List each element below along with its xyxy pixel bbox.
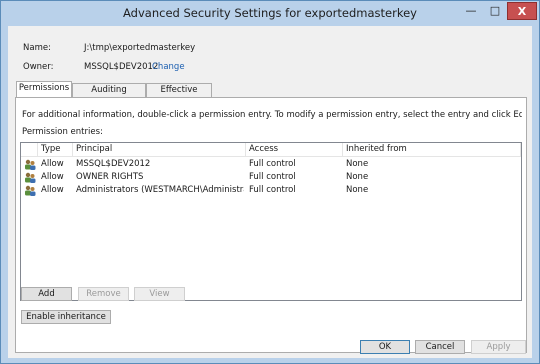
owner-label: Owner: [23, 62, 54, 72]
tab-permissions[interactable]: Permissions [16, 81, 72, 98]
owner-value: MSSQL$DEV2012 [84, 62, 159, 72]
row-principal: OWNER RIGHTS [76, 172, 144, 182]
table-row[interactable]: Allow MSSQL$DEV2012 Full control None [21, 158, 521, 171]
ok-button[interactable]: OK [360, 340, 410, 354]
users-icon [25, 159, 36, 170]
table-row[interactable]: Allow OWNER RIGHTS Full control None [21, 171, 521, 184]
maximize-button[interactable]: □ [483, 2, 507, 20]
row-principal: Administrators (WESTMARCH\Administrat... [76, 185, 244, 195]
permission-entries-list[interactable]: Type Principal Access Inherited from All… [20, 142, 522, 301]
minimize-button[interactable]: — [459, 2, 483, 20]
row-access: Full control [249, 172, 296, 182]
column-header-type[interactable]: Type [38, 143, 73, 157]
cancel-button[interactable]: Cancel [415, 340, 465, 354]
close-button[interactable]: X [507, 2, 537, 20]
row-inherited: None [346, 185, 369, 195]
dialog-window: Advanced Security Settings for exportedm… [0, 0, 540, 364]
column-header-access[interactable]: Access [246, 143, 343, 157]
apply-button[interactable]: Apply [471, 340, 526, 354]
name-label: Name: [23, 43, 51, 53]
row-type: Allow [41, 185, 64, 195]
row-inherited: None [346, 159, 369, 169]
column-header-principal[interactable]: Principal [73, 143, 246, 157]
name-value: J:\tmp\exportedmasterkey [84, 43, 196, 53]
row-type: Allow [41, 159, 64, 169]
permission-entries-label: Permission entries: [22, 127, 103, 137]
table-row[interactable]: Allow Administrators (WESTMARCH\Administ… [21, 184, 521, 197]
row-type: Allow [41, 172, 64, 182]
row-inherited: None [346, 172, 369, 182]
users-icon [25, 172, 36, 183]
row-principal: MSSQL$DEV2012 [76, 159, 151, 169]
users-icon [25, 185, 36, 196]
permissions-description: For additional information, double-click… [22, 110, 522, 120]
row-access: Full control [249, 159, 296, 169]
column-header-icon [21, 143, 38, 157]
dialog-client-area: Name: J:\tmp\exportedmasterkey Owner: MS… [8, 26, 532, 358]
row-access: Full control [249, 185, 296, 195]
tab-effective-access[interactable]: Effective Access [146, 83, 212, 107]
enable-inheritance-button[interactable]: Enable inheritance [21, 310, 111, 324]
column-header-inherited-from[interactable]: Inherited from [343, 143, 521, 157]
title-bar[interactable]: Advanced Security Settings for exportedm… [1, 1, 539, 25]
change-owner-link[interactable]: Change [152, 62, 185, 72]
tab-auditing[interactable]: Auditing [72, 83, 146, 97]
add-button[interactable]: Add [21, 287, 72, 301]
remove-button[interactable]: Remove [78, 287, 129, 301]
view-button[interactable]: View [134, 287, 185, 301]
